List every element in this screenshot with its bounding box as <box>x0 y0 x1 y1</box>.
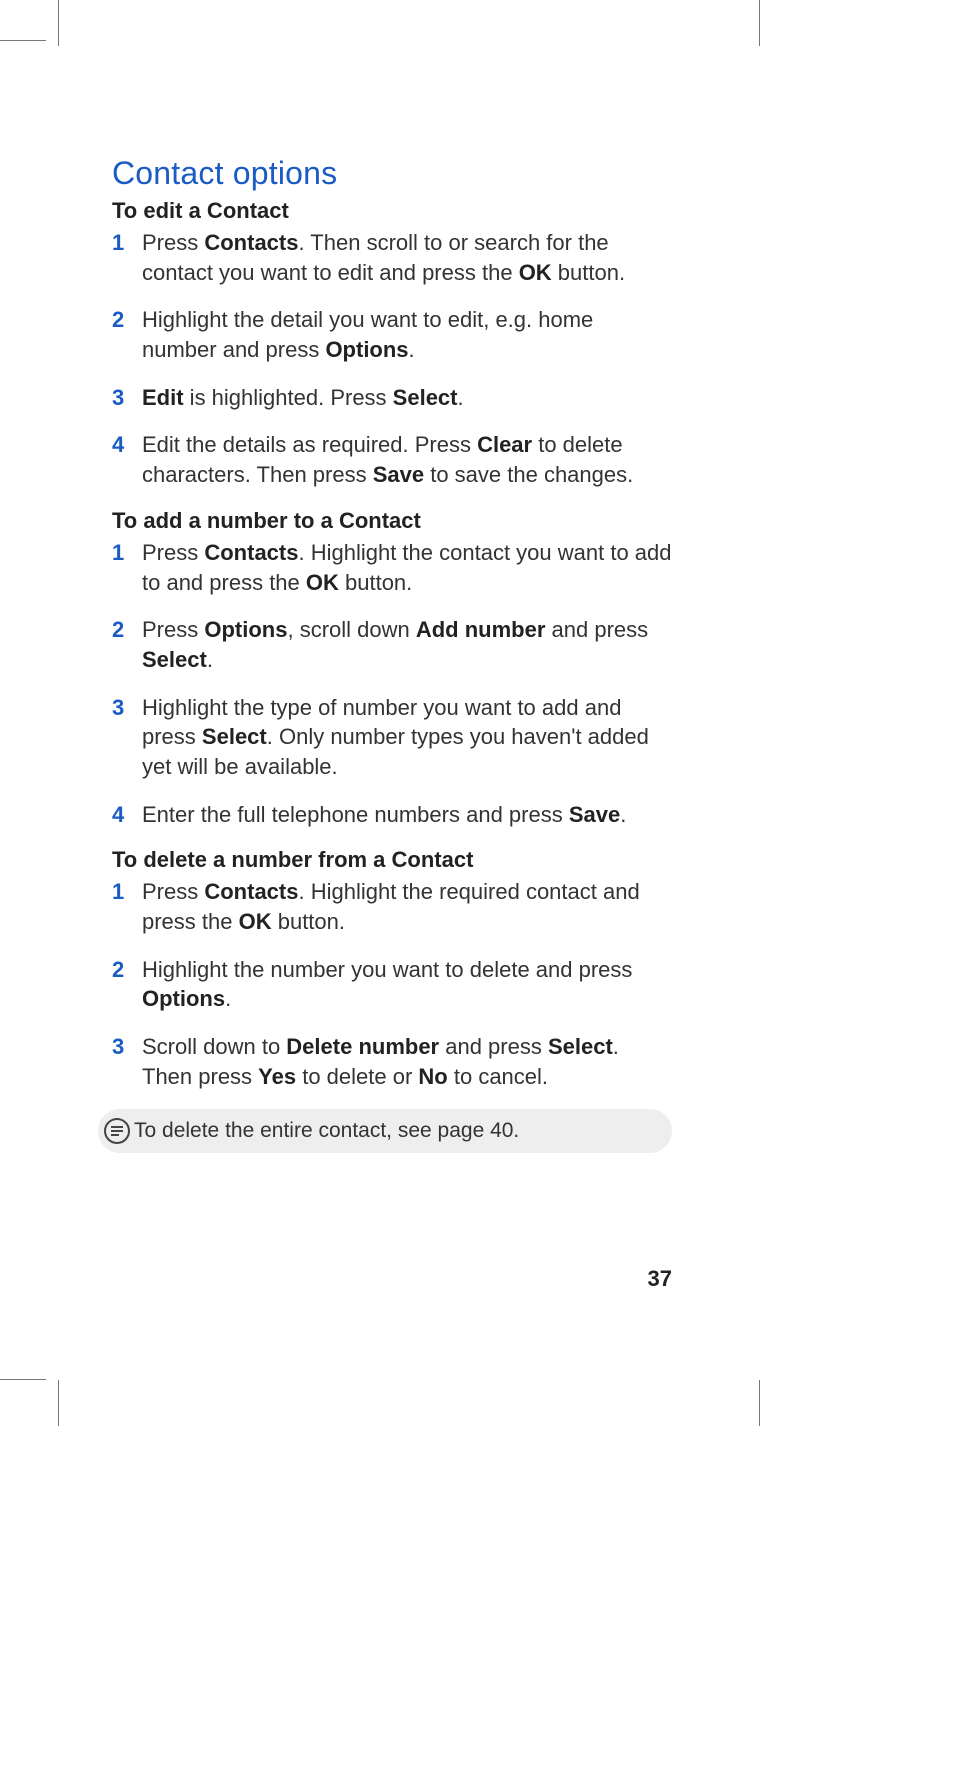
step-item: 2Press Options, scroll down Add number a… <box>112 615 672 674</box>
strong-text: No <box>418 1064 447 1089</box>
text-run: . <box>207 647 213 672</box>
strong-text: Delete number <box>286 1034 439 1059</box>
step-text: Press Contacts. Then scroll to or search… <box>142 230 625 285</box>
strong-text: Select <box>548 1034 613 1059</box>
text-run: Press <box>142 540 204 565</box>
step-item: 3Highlight the type of number you want t… <box>112 693 672 782</box>
strong-text: Contacts <box>204 879 298 904</box>
text-run: . <box>458 385 464 410</box>
text-run: , scroll down <box>287 617 415 642</box>
text-run: to cancel. <box>448 1064 548 1089</box>
text-run: and press <box>439 1034 548 1059</box>
note-icon <box>102 1116 132 1146</box>
strong-text: OK <box>239 909 272 934</box>
section-title: Contact options <box>112 155 672 192</box>
text-run: Press <box>142 617 204 642</box>
step-text: Press Contacts. Highlight the required c… <box>142 879 640 934</box>
note-box: To delete the entire contact, see page 4… <box>98 1109 672 1153</box>
text-run: is highlighted. Press <box>184 385 393 410</box>
strong-text: Options <box>142 986 225 1011</box>
step-item: 4Edit the details as required. Press Cle… <box>112 430 672 489</box>
text-run: to delete or <box>296 1064 418 1089</box>
strong-text: Clear <box>477 432 532 457</box>
subsection-heading: To edit a Contact <box>112 198 672 224</box>
strong-text: Contacts <box>204 230 298 255</box>
steps-list: 1Press Contacts. Highlight the contact y… <box>112 538 672 830</box>
strong-text: Options <box>325 337 408 362</box>
note-text: To delete the entire contact, see page 4… <box>134 1119 519 1143</box>
steps-list: 1Press Contacts. Highlight the required … <box>112 877 672 1091</box>
crop-mark <box>58 1380 59 1426</box>
step-text: Scroll down to Delete number and press S… <box>142 1034 619 1089</box>
steps-list: 1Press Contacts. Then scroll to or searc… <box>112 228 672 490</box>
step-text: Press Contacts. Highlight the contact yo… <box>142 540 672 595</box>
step-text: Press Options, scroll down Add number an… <box>142 617 648 672</box>
step-number: 2 <box>112 615 136 645</box>
text-run: to save the changes. <box>424 462 633 487</box>
step-number: 4 <box>112 800 136 830</box>
step-item: 2Highlight the number you want to delete… <box>112 955 672 1014</box>
strong-text: Options <box>204 617 287 642</box>
strong-text: OK <box>306 570 339 595</box>
step-text: Enter the full telephone numbers and pre… <box>142 802 626 827</box>
page: Contact options To edit a Contact1Press … <box>0 0 954 1786</box>
subsection-heading: To delete a number from a Contact <box>112 847 672 873</box>
page-number: 37 <box>648 1266 672 1292</box>
text-run: and press <box>545 617 648 642</box>
strong-text: OK <box>519 260 552 285</box>
step-number: 3 <box>112 693 136 723</box>
step-text: Edit the details as required. Press Clea… <box>142 432 633 487</box>
step-text: Edit is highlighted. Press Select. <box>142 385 464 410</box>
text-run: Press <box>142 230 204 255</box>
text-run: . <box>620 802 626 827</box>
strong-text: Contacts <box>204 540 298 565</box>
step-number: 2 <box>112 305 136 335</box>
content-area: Contact options To edit a Contact1Press … <box>112 155 672 1153</box>
strong-text: Edit <box>142 385 184 410</box>
step-number: 1 <box>112 538 136 568</box>
strong-text: Select <box>202 724 267 749</box>
strong-text: Add number <box>416 617 546 642</box>
step-item: 3Scroll down to Delete number and press … <box>112 1032 672 1091</box>
text-run: Scroll down to <box>142 1034 286 1059</box>
text-run: button. <box>339 570 412 595</box>
step-text: Highlight the type of number you want to… <box>142 695 649 779</box>
step-text: Highlight the detail you want to edit, e… <box>142 307 593 362</box>
text-run: button. <box>272 909 345 934</box>
text-run: Edit the details as required. Press <box>142 432 477 457</box>
step-number: 4 <box>112 430 136 460</box>
subsection-heading: To add a number to a Contact <box>112 508 672 534</box>
strong-text: Select <box>142 647 207 672</box>
step-number: 1 <box>112 228 136 258</box>
text-run: . <box>409 337 415 362</box>
strong-text: Save <box>373 462 424 487</box>
step-number: 3 <box>112 383 136 413</box>
strong-text: Save <box>569 802 620 827</box>
strong-text: Select <box>393 385 458 410</box>
crop-mark <box>58 0 59 46</box>
step-number: 2 <box>112 955 136 985</box>
crop-mark <box>759 1380 760 1426</box>
crop-mark <box>0 1379 46 1380</box>
step-item: 2Highlight the detail you want to edit, … <box>112 305 672 364</box>
step-item: 4Enter the full telephone numbers and pr… <box>112 800 672 830</box>
step-item: 1Press Contacts. Highlight the contact y… <box>112 538 672 597</box>
text-run: . <box>225 986 231 1011</box>
crop-mark <box>759 0 760 46</box>
text-run: Press <box>142 879 204 904</box>
text-run: button. <box>552 260 625 285</box>
step-item: 3Edit is highlighted. Press Select. <box>112 383 672 413</box>
step-number: 1 <box>112 877 136 907</box>
crop-mark <box>0 40 46 41</box>
step-item: 1Press Contacts. Highlight the required … <box>112 877 672 936</box>
step-item: 1Press Contacts. Then scroll to or searc… <box>112 228 672 287</box>
text-run: Enter the full telephone numbers and pre… <box>142 802 569 827</box>
strong-text: Yes <box>258 1064 296 1089</box>
text-run: Highlight the number you want to delete … <box>142 957 632 982</box>
step-number: 3 <box>112 1032 136 1062</box>
step-text: Highlight the number you want to delete … <box>142 957 632 1012</box>
